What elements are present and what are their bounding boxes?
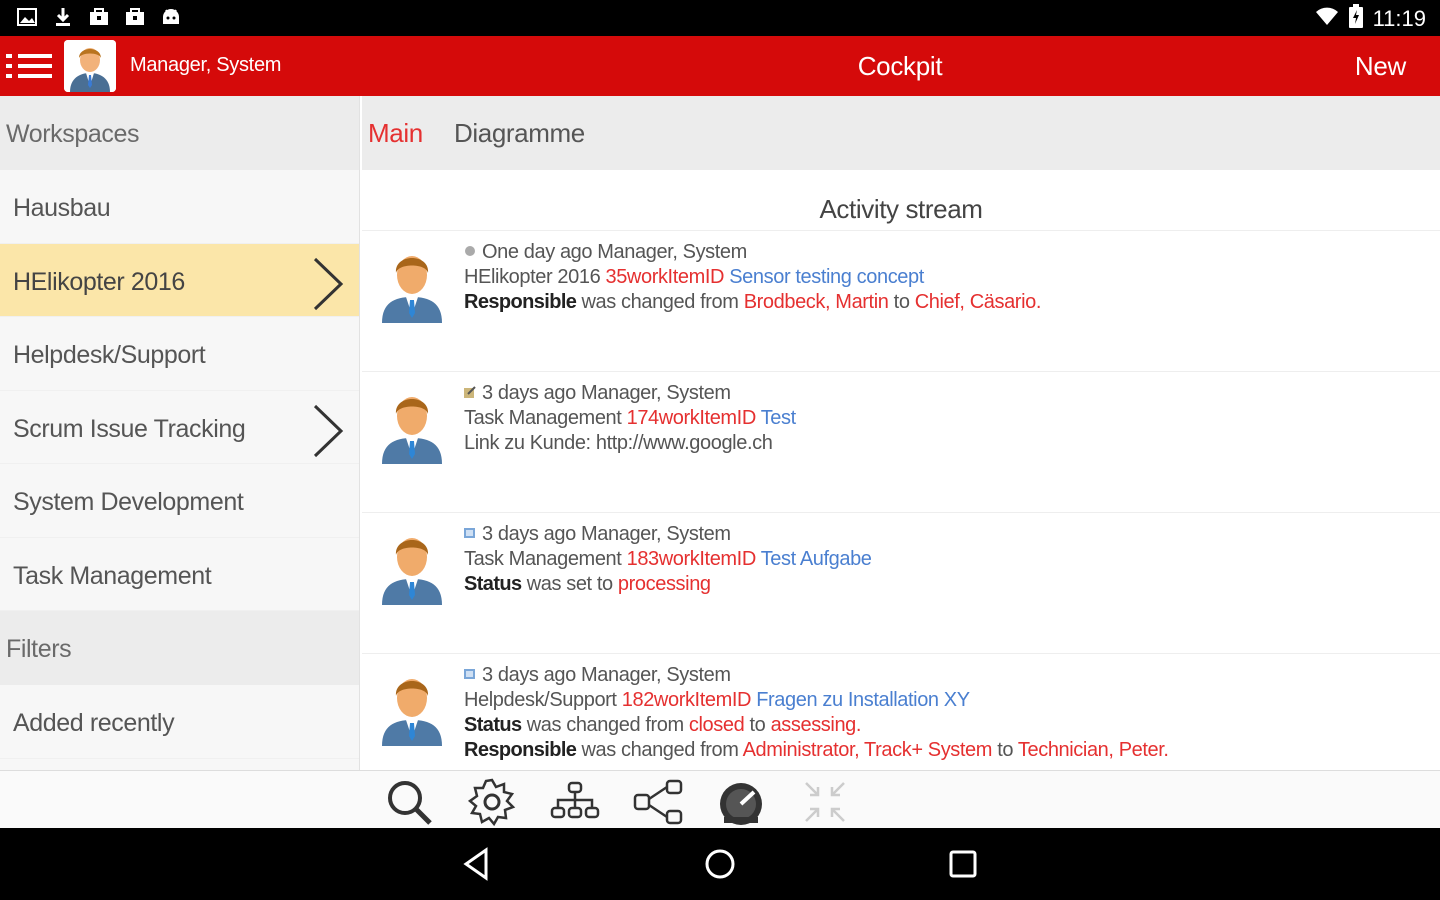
clock: 11:19 [1372, 6, 1426, 31]
dashboard-icon[interactable] [716, 777, 766, 827]
activity-from: Brodbeck, Martin [743, 291, 889, 313]
tab-diagramme[interactable]: Diagramme [454, 118, 585, 149]
activity-to-word: to [893, 291, 910, 313]
list-item[interactable]: One day ago Manager, System HElikopter 2… [362, 230, 1440, 371]
activity-change-text: was set to [526, 573, 613, 595]
battery-icon [1348, 4, 1363, 34]
activity-meta: 3 days ago Manager, System [482, 382, 731, 404]
edit-icon [464, 380, 476, 398]
filter-item-added-recently[interactable]: Added recently [0, 685, 359, 759]
nav-bar [0, 828, 1440, 900]
activity-item-id[interactable]: 174workItemID [627, 407, 757, 429]
sidebar-item-helpdesk[interactable]: Helpdesk/Support [0, 317, 359, 391]
activity-item-title[interactable]: Fragen zu Installation XY [756, 689, 970, 711]
share-icon[interactable] [633, 777, 683, 827]
activity-field: Responsible [464, 291, 577, 313]
activity-field: Responsible [464, 739, 577, 761]
activity-change-text: was changed from [581, 739, 739, 761]
activity-meta: One day ago Manager, System [482, 241, 747, 263]
status-change-icon [464, 521, 476, 538]
page-title: Cockpit [857, 51, 943, 81]
bottom-toolbar [0, 770, 1440, 828]
activity-field: Status [464, 573, 522, 595]
activity-meta: 3 days ago Manager, System [482, 664, 731, 686]
app-bar: Manager, System Cockpit New [0, 36, 1440, 96]
activity-project: Task Management [464, 548, 622, 570]
activity-meta: 3 days ago Manager, System [482, 523, 731, 545]
activity-project: Helpdesk/Support [464, 689, 617, 711]
activity-project: Task Management [464, 407, 622, 429]
new-button[interactable]: New [1355, 51, 1406, 82]
user-avatar-icon [382, 256, 442, 323]
activity-to: Technician, Peter. [1017, 739, 1169, 761]
activity-from: Administrator, Track+ System [742, 739, 993, 761]
workspaces-header: Workspaces [0, 96, 359, 170]
gear-icon[interactable] [467, 777, 517, 827]
briefcase-icon [124, 6, 146, 28]
sidebar-item-hausbau[interactable]: Hausbau [0, 170, 359, 244]
activity-item-title[interactable]: Sensor testing concept [729, 266, 924, 288]
chevron-right-icon[interactable] [309, 256, 345, 312]
sidebar-item-helikopter[interactable]: HElikopter 2016 [0, 243, 359, 317]
wifi-icon [1315, 6, 1339, 32]
activity-to-word: to [749, 714, 766, 736]
status-bar: 11:19 [0, 0, 1440, 36]
home-icon[interactable] [702, 846, 738, 882]
sidebar-item-scrum[interactable]: Scrum Issue Tracking [0, 391, 359, 464]
chevron-right-icon[interactable] [309, 403, 345, 459]
sidebar-item-task-management[interactable]: Task Management [0, 538, 359, 611]
stream-title: Activity stream [819, 194, 983, 224]
comment-dot-icon [464, 239, 476, 256]
user-avatar-icon [382, 538, 442, 605]
recents-icon[interactable] [945, 846, 981, 882]
user-avatar-icon [382, 679, 442, 746]
list-item[interactable]: 3 days ago Manager, System Task Manageme… [362, 512, 1440, 653]
back-icon[interactable] [460, 846, 496, 882]
activity-item-id[interactable]: 183workItemID [627, 548, 757, 570]
activity-from: closed [688, 714, 745, 736]
hierarchy-icon[interactable] [550, 777, 600, 827]
list-item[interactable]: 3 days ago Manager, System Helpdesk/Supp… [362, 653, 1440, 770]
search-icon[interactable] [384, 777, 434, 827]
sidebar-item-system-development[interactable]: System Development [0, 464, 359, 538]
activity-field: Status [464, 714, 522, 736]
activity-to: assessing. [770, 714, 862, 736]
activity-item-id[interactable]: 35workItemID [605, 266, 724, 288]
activity-change-text: was changed from [581, 291, 739, 313]
activity-to: processing [617, 573, 711, 595]
tab-bar: Main Diagramme [362, 96, 1440, 170]
status-change-icon [464, 662, 476, 679]
user-avatar-icon [382, 397, 442, 464]
collapse-icon[interactable] [800, 777, 850, 827]
activity-stream: Activity stream One day ago Manager, Sys… [362, 170, 1440, 770]
activity-to-word: to [997, 739, 1014, 761]
filters-header: Filters [0, 611, 359, 685]
activity-extra: Link zu Kunde: http://www.google.ch [464, 432, 773, 454]
briefcase-icon [88, 6, 110, 28]
activity-item-id[interactable]: 182workItemID [622, 689, 752, 711]
sidebar: Workspaces Hausbau HElikopter 2016 Helpd… [0, 96, 360, 770]
activity-project: HElikopter 2016 [464, 266, 601, 288]
activity-change-text: was changed from [526, 714, 684, 736]
list-item[interactable]: 3 days ago Manager, System Task Manageme… [362, 371, 1440, 512]
android-icon [160, 6, 182, 28]
activity-item-title[interactable]: Test Aufgabe [761, 548, 872, 570]
image-icon [16, 6, 38, 28]
activity-item-title[interactable]: Test [761, 407, 796, 429]
activity-to: Chief, Cäsario. [914, 291, 1042, 313]
tab-main[interactable]: Main [368, 118, 423, 149]
download-icon [52, 6, 74, 28]
